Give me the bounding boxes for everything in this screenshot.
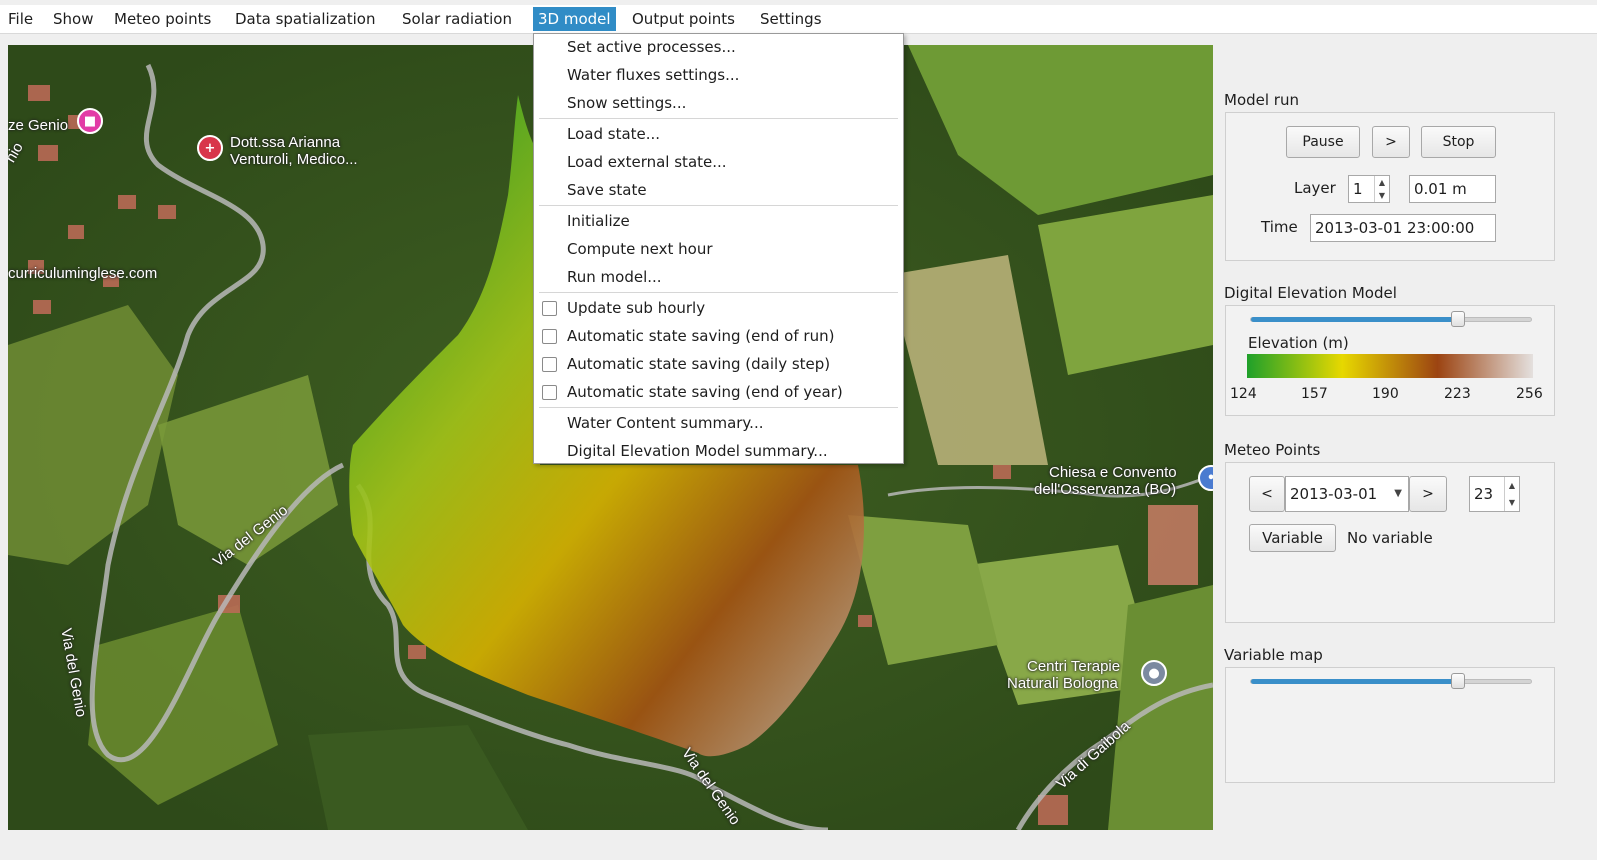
hotel-pin-icon[interactable]: ■ xyxy=(77,108,103,134)
dem-group: Elevation (m) 124 157 190 223 256 xyxy=(1225,305,1555,416)
checkbox-state-saving-end-of-year[interactable] xyxy=(542,385,557,400)
variable-value-label: No variable xyxy=(1347,529,1433,547)
menu-item-save-state[interactable]: Save state xyxy=(567,179,647,201)
next-date-button[interactable]: > xyxy=(1409,476,1447,512)
variable-map-slider-handle[interactable] xyxy=(1451,673,1466,689)
layer-value: 1 xyxy=(1353,180,1363,198)
dem-transparency-slider[interactable] xyxy=(1250,311,1532,327)
menu-item-state-saving-end-of-year[interactable]: Automatic state saving (end of year) xyxy=(567,381,843,403)
menu-item-load-state[interactable]: Load state... xyxy=(567,123,660,145)
menu-item-load-external-state[interactable]: Load external state... xyxy=(567,151,727,173)
menu-3d-model[interactable]: 3D model xyxy=(533,7,616,31)
model-run-group: Pause > Stop Layer 1 ▲ ▼ 0.01 m Time 2013… xyxy=(1225,112,1555,261)
hour-spinbox[interactable]: 23 ▲ ▼ xyxy=(1469,476,1520,512)
elevation-tick: 223 xyxy=(1444,386,1471,402)
checkbox-state-saving-end-of-run[interactable] xyxy=(542,329,557,344)
place-pin-icon[interactable]: ● xyxy=(1141,660,1167,686)
hour-value: 23 xyxy=(1474,485,1494,503)
map-label-centri-line2: Naturali Bologna xyxy=(1007,675,1118,692)
spin-arrows-icon[interactable]: ▲ ▼ xyxy=(1374,176,1389,202)
menu-item-set-active-processes[interactable]: Set active processes... xyxy=(567,36,736,58)
menu-file[interactable]: File xyxy=(3,7,38,31)
elevation-tick: 157 xyxy=(1301,386,1328,402)
elevation-tick: 124 xyxy=(1230,386,1257,402)
menu-bar: File Show Meteo points Data spatializati… xyxy=(0,5,1597,34)
menu-item-update-sub-hourly[interactable]: Update sub hourly xyxy=(567,297,705,319)
dem-slider-fill xyxy=(1251,317,1459,322)
map-label-chiesa-line1: Chiesa e Convento xyxy=(1049,464,1177,481)
checkbox-state-saving-daily[interactable] xyxy=(542,357,557,372)
layer-spinbox[interactable]: 1 ▲ ▼ xyxy=(1348,175,1390,203)
layer-label: Layer xyxy=(1294,179,1336,197)
layer-depth-field: 0.01 m xyxy=(1409,175,1496,203)
time-label: Time xyxy=(1261,218,1298,236)
date-combobox[interactable]: 2013-03-01 ▼ xyxy=(1285,476,1409,512)
menu-item-state-saving-end-of-run[interactable]: Automatic state saving (end of run) xyxy=(567,325,834,347)
menu-item-state-saving-daily[interactable]: Automatic state saving (daily step) xyxy=(567,353,830,375)
elevation-tick: 256 xyxy=(1516,386,1543,402)
dem-slider-handle[interactable] xyxy=(1451,311,1466,327)
medical-pin-icon[interactable]: + xyxy=(197,135,223,161)
variable-map-group xyxy=(1225,667,1555,783)
elevation-colorbar xyxy=(1247,354,1533,378)
time-field: 2013-03-01 23:00:00 xyxy=(1310,214,1496,242)
menu-item-initialize[interactable]: Initialize xyxy=(567,210,630,232)
map-label-genio: ze Genio xyxy=(8,117,69,134)
menu-separator xyxy=(539,292,898,293)
map-label-centri-line1: Centri Terapie xyxy=(1027,658,1121,675)
map-label-curriculum: curriculuminglese.com xyxy=(8,265,158,282)
menu-separator xyxy=(539,118,898,119)
menu-item-run-model[interactable]: Run model... xyxy=(567,266,662,288)
previous-date-button[interactable]: < xyxy=(1249,476,1285,512)
map-label-chiesa-line2: dell'Osservanza (BO) xyxy=(1034,481,1177,498)
map-label-dottssa-line2: Venturoli, Medico... xyxy=(230,151,358,168)
map-label-dottssa-line1: Dott.ssa Arianna xyxy=(230,134,341,151)
menu-settings[interactable]: Settings xyxy=(755,7,827,31)
3d-model-dropdown: Set active processes... Water fluxes set… xyxy=(533,33,904,464)
menu-output-points[interactable]: Output points xyxy=(627,7,740,31)
stop-button[interactable]: Stop xyxy=(1421,126,1496,158)
variable-button[interactable]: Variable xyxy=(1249,524,1336,552)
spin-arrows-icon[interactable]: ▲ ▼ xyxy=(1504,477,1519,511)
menu-solar-radiation[interactable]: Solar radiation xyxy=(397,7,517,31)
pause-button[interactable]: Pause xyxy=(1286,126,1360,158)
menu-item-snow-settings[interactable]: Snow settings... xyxy=(567,92,686,114)
menu-show[interactable]: Show xyxy=(48,7,98,31)
elevation-legend-title: Elevation (m) xyxy=(1248,334,1349,352)
elevation-tick: 190 xyxy=(1372,386,1399,402)
menu-item-compute-next-hour[interactable]: Compute next hour xyxy=(567,238,713,260)
meteo-points-group: < 2013-03-01 ▼ > 23 ▲ ▼ Variable No varia… xyxy=(1225,462,1555,623)
checkbox-update-sub-hourly[interactable] xyxy=(542,301,557,316)
variable-map-slider-fill xyxy=(1251,679,1459,684)
next-step-button[interactable]: > xyxy=(1372,126,1410,158)
date-value: 2013-03-01 xyxy=(1290,485,1378,503)
chevron-down-icon[interactable]: ▼ xyxy=(1394,477,1402,511)
model-run-title: Model run xyxy=(1224,91,1299,109)
menu-item-dem-summary[interactable]: Digital Elevation Model summary... xyxy=(567,440,828,462)
menu-data-spatialization[interactable]: Data spatialization xyxy=(230,7,381,31)
variable-map-title: Variable map xyxy=(1224,646,1323,664)
menu-separator xyxy=(539,407,898,408)
menu-item-water-content-summary[interactable]: Water Content summary... xyxy=(567,412,763,434)
menu-meteo-points[interactable]: Meteo points xyxy=(109,7,216,31)
meteo-points-title: Meteo Points xyxy=(1224,441,1321,459)
variable-map-transparency-slider[interactable] xyxy=(1250,673,1532,689)
dem-title: Digital Elevation Model xyxy=(1224,284,1397,302)
menu-separator xyxy=(539,205,898,206)
menu-item-water-fluxes-settings[interactable]: Water fluxes settings... xyxy=(567,64,739,86)
